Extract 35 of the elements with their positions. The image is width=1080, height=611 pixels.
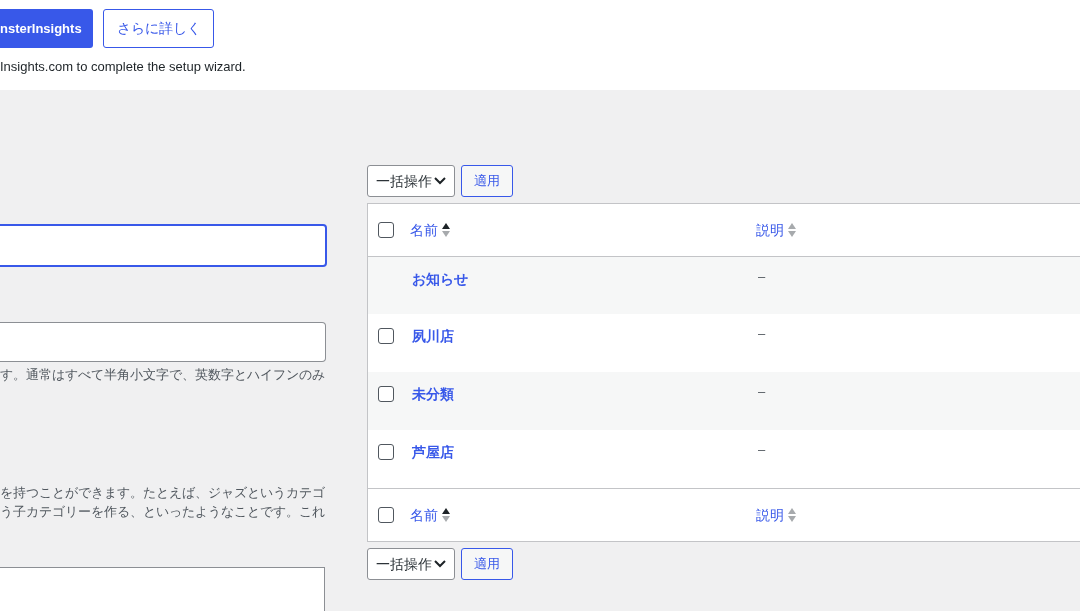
description-cell-text: – xyxy=(757,441,766,459)
description-cell-text: – xyxy=(757,268,766,286)
category-name-link[interactable]: 芦屋店 xyxy=(412,444,454,460)
checkbox[interactable] xyxy=(378,222,394,238)
checkbox[interactable] xyxy=(378,386,394,402)
description-cell-text: – xyxy=(757,325,766,343)
category-name-link[interactable]: お知らせ xyxy=(412,271,468,287)
sort-icon xyxy=(442,508,450,522)
slug-input[interactable] xyxy=(0,322,326,362)
connect-button[interactable]: nsterInsights xyxy=(0,9,93,48)
name-input[interactable] xyxy=(0,224,327,267)
description-column-header[interactable]: 説明 xyxy=(756,219,784,241)
name-column-header[interactable]: 名前 xyxy=(410,219,438,241)
chevron-down-icon xyxy=(434,177,446,185)
bulk-action-select[interactable]: 一括操作 xyxy=(367,548,455,580)
learn-more-button[interactable]: さらに詳しく xyxy=(103,9,214,48)
description-input[interactable] xyxy=(0,567,325,611)
notice-text: Insights.com to complete the setup wizard. xyxy=(0,58,247,76)
category-name-link[interactable]: 夙川店 xyxy=(412,328,454,344)
category-name-link[interactable]: 未分類 xyxy=(412,386,454,402)
checkbox[interactable] xyxy=(378,328,394,344)
sort-icon xyxy=(788,223,796,237)
slug-help-text: す。通常はすべて半角小文字で、英数字とハイフンのみ xyxy=(0,366,326,384)
description-cell-text: – xyxy=(757,383,766,401)
parent-help-text: を持つことができます。たとえば、ジャズというカテゴ う子カテゴリーを作る、といったようなことです。これ xyxy=(0,484,326,521)
chevron-down-icon xyxy=(434,560,446,568)
bulk-action-select[interactable]: 一括操作 xyxy=(367,165,455,197)
name-column-header[interactable]: 名前 xyxy=(410,504,438,526)
sort-icon xyxy=(788,508,796,522)
apply-button[interactable]: 適用 xyxy=(461,165,513,197)
checkbox[interactable] xyxy=(378,444,394,460)
apply-button[interactable]: 適用 xyxy=(461,548,513,580)
description-column-header[interactable]: 説明 xyxy=(756,504,784,526)
sort-icon xyxy=(442,223,450,237)
checkbox[interactable] xyxy=(378,507,394,523)
